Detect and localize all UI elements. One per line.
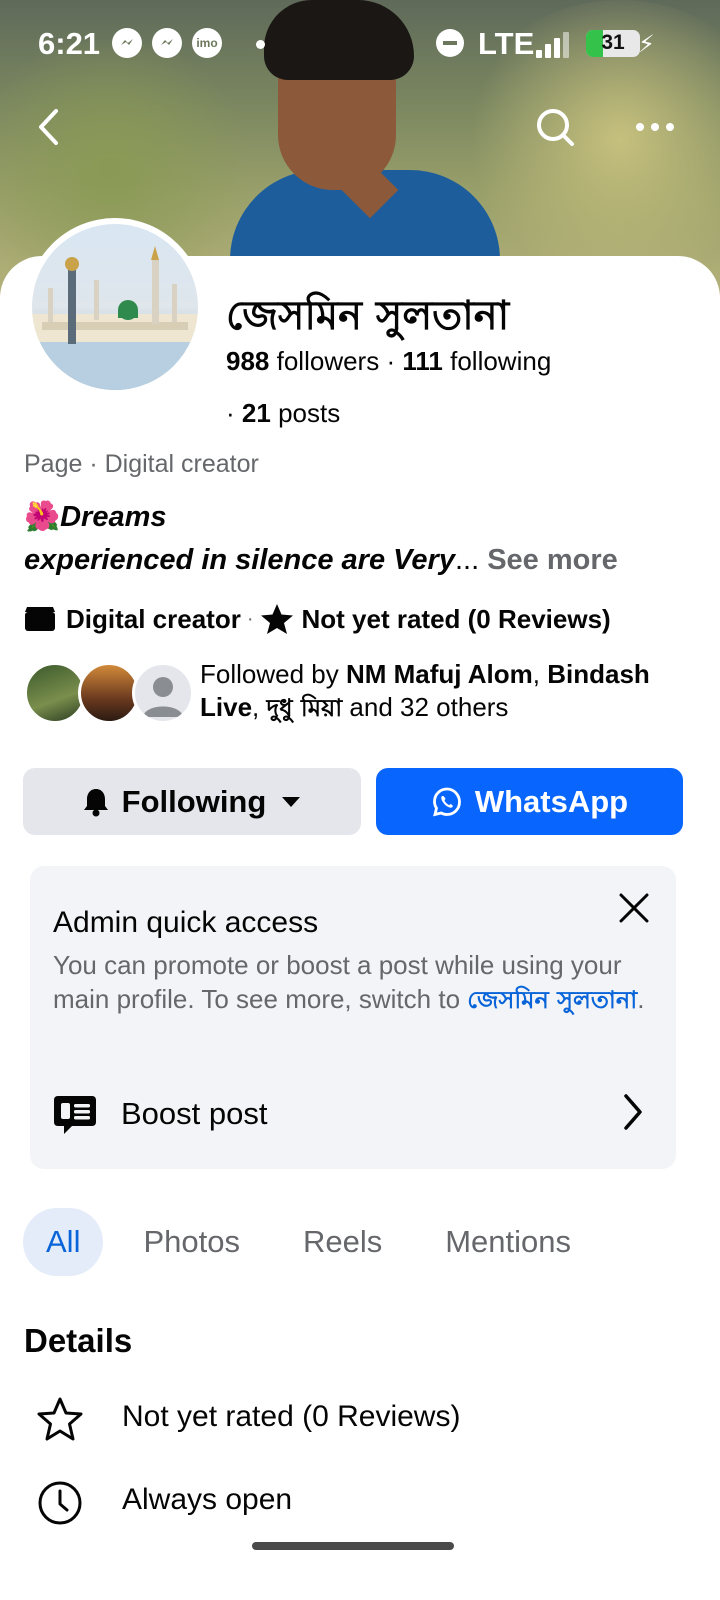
tab-all[interactable]: All [23, 1208, 104, 1276]
mutual-followers-text: Followed by NM Mafuj Alom, Bindash Live,… [200, 658, 700, 725]
avatar-image [32, 224, 198, 390]
admin-quick-access-card: Admin quick access You can promote or bo… [30, 866, 676, 1169]
caret-down-icon [282, 796, 301, 807]
close-icon [619, 893, 649, 923]
see-more-link[interactable]: See more [487, 544, 618, 576]
more-options-button[interactable] [632, 104, 678, 150]
mutual-follower-avatar [78, 662, 140, 724]
mutual-follower-avatar [24, 662, 86, 724]
close-card-button[interactable] [616, 890, 652, 926]
back-button[interactable] [30, 105, 74, 149]
meta-separator: · [246, 607, 254, 630]
meta-rating[interactable]: Not yet rated (0 Reviews) [302, 604, 611, 635]
star-outline-icon [37, 1397, 83, 1441]
more-dots-icon [636, 123, 674, 131]
signal-icon [536, 30, 576, 58]
search-icon [537, 109, 574, 146]
do-not-disturb-icon [436, 29, 464, 57]
mosque-image [32, 246, 198, 390]
whatsapp-button-label: WhatsApp [474, 783, 629, 819]
followed-by-prefix: Followed by [200, 659, 346, 689]
admin-card-title: Admin quick access [53, 906, 319, 939]
admin-card-description-end: . [637, 984, 645, 1014]
imo-icon: imo [192, 28, 222, 58]
boost-post-icon [54, 1096, 96, 1134]
mutual-follower-name[interactable]: দুধু মিয়া [266, 694, 342, 722]
clapperboard-icon [25, 607, 55, 631]
charging-icon: ⚡ [638, 31, 655, 58]
details-hours-row[interactable]: Always open [36, 1477, 676, 1529]
clock-icon [38, 1481, 82, 1525]
followed-by-suffix: and 32 others [342, 692, 509, 722]
messenger-icon [152, 28, 182, 58]
messenger-icon [112, 28, 142, 58]
bio-text: 🌺Dreams experienced in silence are Very.… [24, 496, 618, 582]
bell-icon [83, 788, 108, 816]
stats-separator: · [226, 398, 235, 428]
following-button[interactable]: Following [23, 768, 361, 835]
details-rating-row[interactable]: Not yet rated (0 Reviews) [36, 1394, 676, 1446]
followers-count[interactable]: 988 [226, 346, 269, 376]
boost-post-label: Boost post [121, 1096, 268, 1131]
back-arrow-icon [39, 109, 58, 145]
page-category: Page · Digital creator [24, 450, 259, 478]
mutual-followers[interactable]: Followed by NM Mafuj Alom, Bindash Live,… [24, 658, 704, 726]
following-count[interactable]: 111 [402, 346, 443, 376]
status-time: 6:21 [38, 26, 101, 61]
page-name: জেসমিন সুলতানা [226, 293, 510, 339]
status-bar: 6:21 imo LTE 31 ⚡ [0, 0, 720, 88]
network-type: LTE [478, 26, 535, 61]
following-label[interactable]: following [450, 346, 551, 376]
boost-post-row[interactable]: Boost post [30, 1076, 676, 1150]
chevron-right-icon [624, 1094, 642, 1130]
tab-reels[interactable]: Reels [280, 1208, 405, 1276]
name-separator: , [532, 659, 548, 689]
following-button-label: Following [121, 783, 267, 819]
admin-card-description: You can promote or boost a post while us… [53, 948, 653, 1017]
home-indicator[interactable] [252, 1542, 454, 1550]
profile-avatar[interactable] [26, 218, 204, 396]
page-meta: Digital creator · Not yet rated (0 Revie… [24, 603, 611, 635]
switch-profile-link[interactable]: জেসমিন সুলতানা [467, 986, 637, 1014]
battery-icon: 31 [586, 30, 640, 57]
hibiscus-emoji-icon: 🌺 [24, 501, 61, 533]
posts-stats: · 21 posts [226, 398, 340, 429]
whatsapp-icon [432, 787, 461, 816]
tab-photos[interactable]: Photos [120, 1208, 263, 1276]
name-separator: , [252, 692, 267, 722]
mutual-follower-name[interactable]: NM Mafuj Alom [346, 659, 533, 689]
content-tabs: All Photos Reels Mentions [23, 1208, 611, 1276]
details-heading: Details [24, 1322, 133, 1359]
search-button[interactable] [532, 104, 578, 150]
follow-stats: 988 followers · 111 following [226, 346, 551, 377]
meta-category: Digital creator [66, 603, 241, 634]
bio-line-2: experienced in silence are Very [24, 544, 455, 576]
followers-label[interactable]: followers [277, 346, 380, 376]
details-hours-label: Always open [122, 1483, 293, 1516]
more-notifications-dot [256, 40, 265, 49]
tab-mentions[interactable]: Mentions [422, 1208, 594, 1276]
whatsapp-button[interactable]: WhatsApp [376, 768, 683, 835]
bio-line-1: Dreams [60, 501, 167, 533]
default-avatar-icon [132, 662, 194, 724]
details-rating-label: Not yet rated (0 Reviews) [122, 1400, 461, 1433]
bio-ellipsis: ... [454, 544, 480, 576]
stats-separator: · [386, 346, 396, 376]
battery-level: 31 [601, 31, 625, 54]
notification-icons: imo [112, 28, 222, 58]
posts-label: posts [278, 398, 341, 428]
star-icon [260, 604, 293, 634]
posts-count: 21 [241, 398, 271, 428]
